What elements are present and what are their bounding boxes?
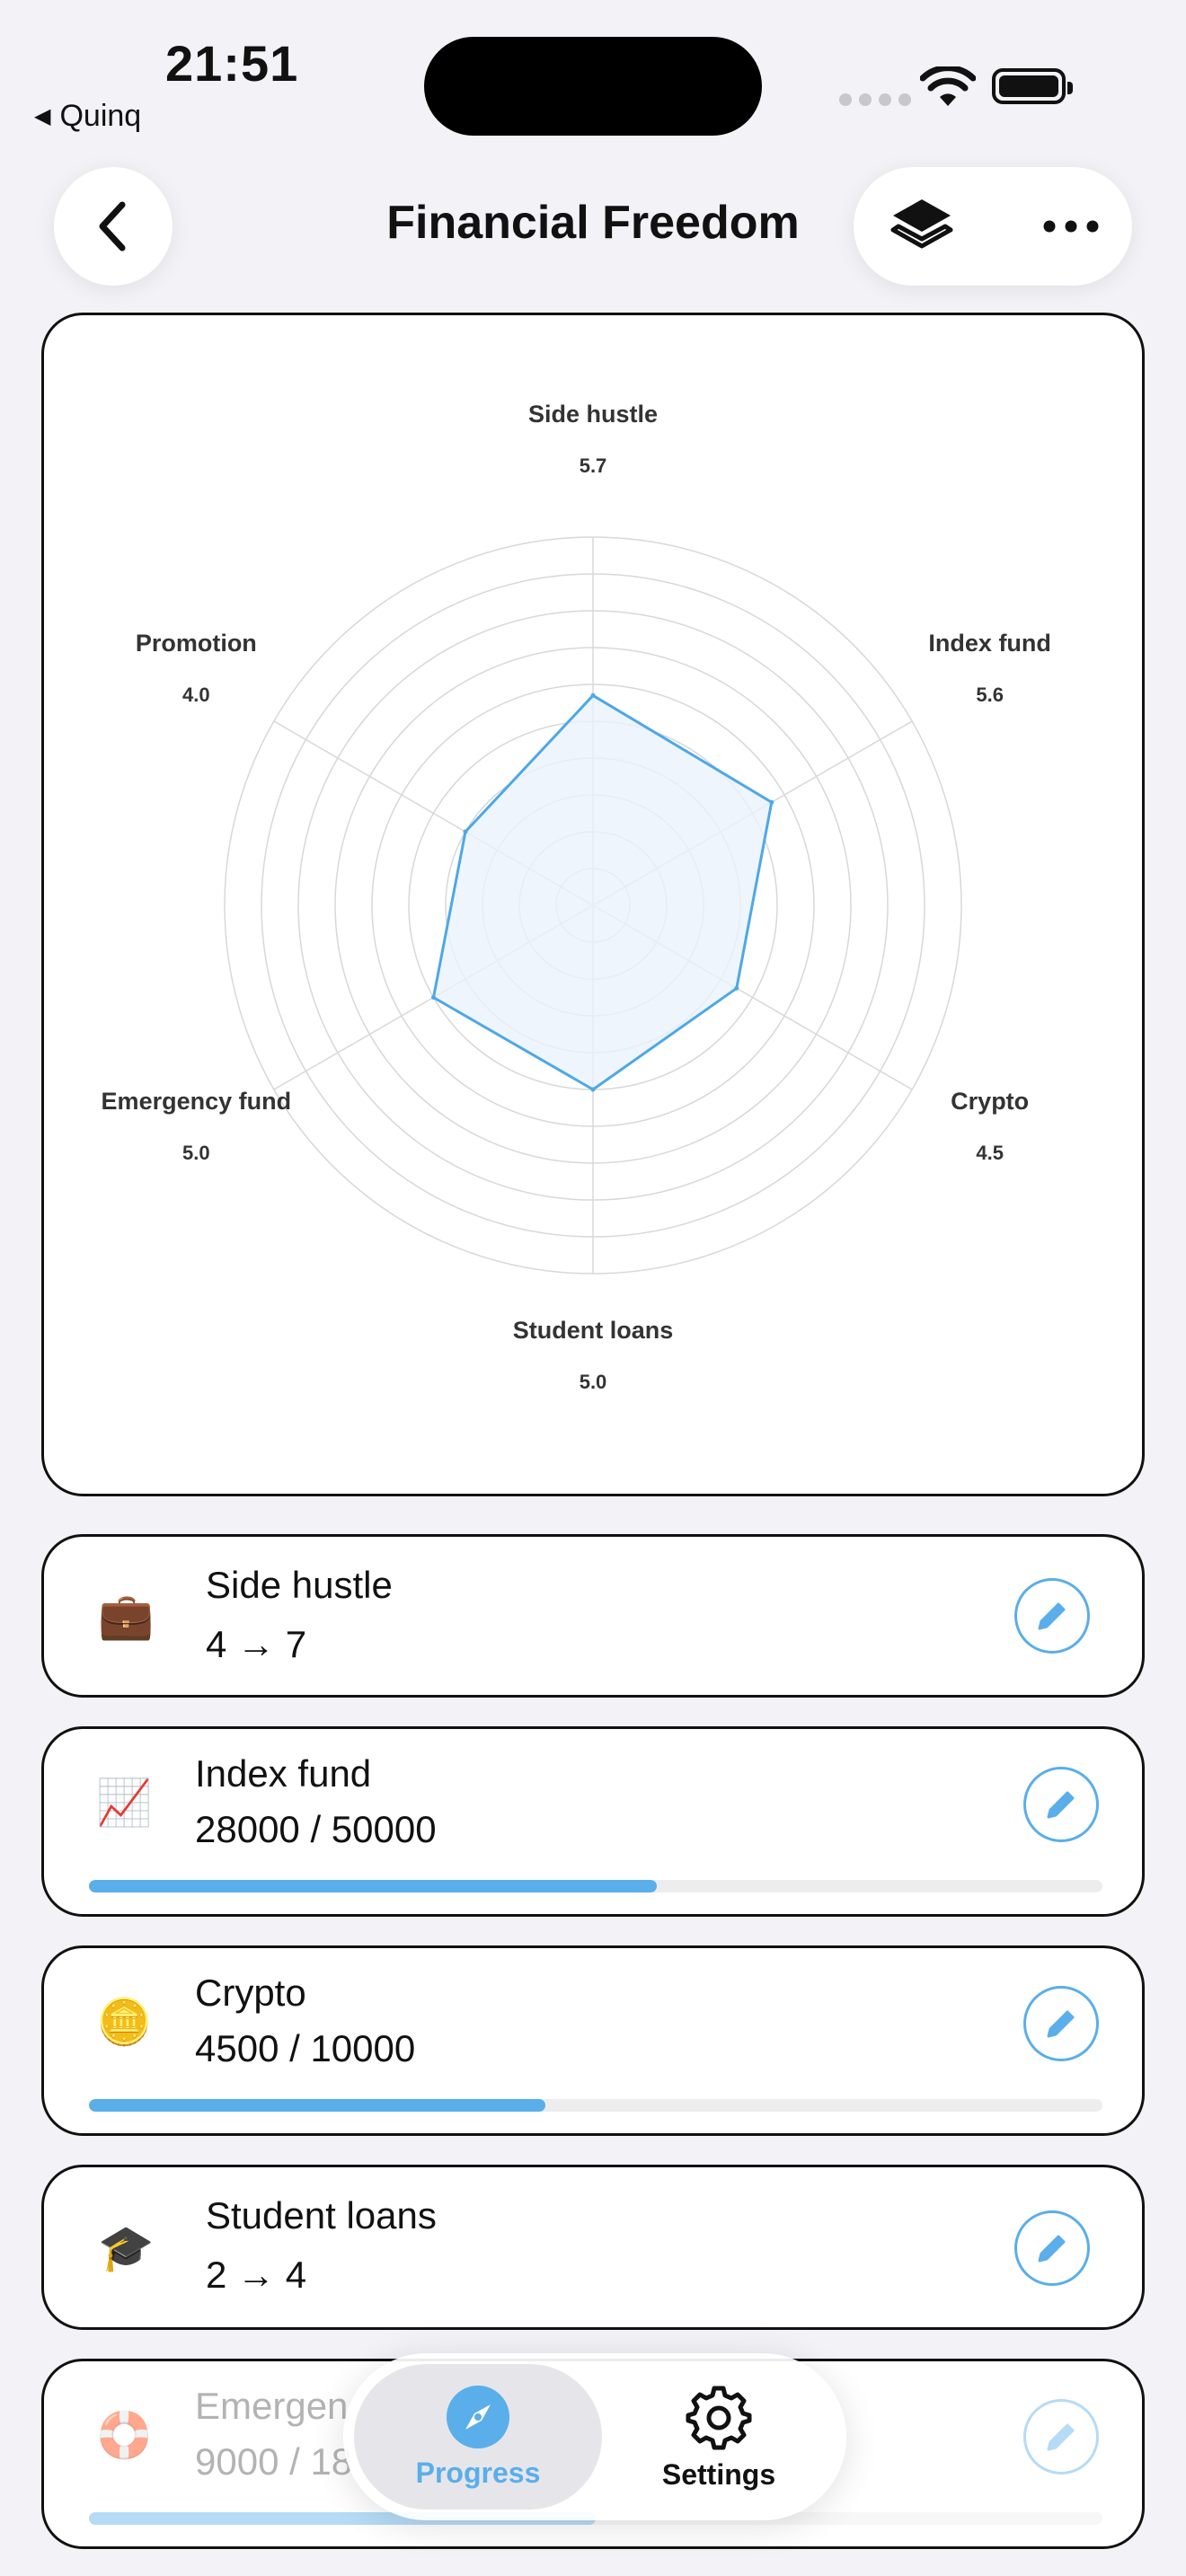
- axis-label: Emergency fund: [102, 1088, 292, 1115]
- pencil-icon: [1047, 2010, 1075, 2038]
- more-ellipsis-icon[interactable]: [1042, 219, 1100, 234]
- axis-value-label: 5.0: [182, 1142, 210, 1164]
- axis-value-label: 4.5: [976, 1142, 1004, 1164]
- goal-card-student-loans[interactable]: 🎓 Student loans 2 → 4: [41, 2165, 1145, 2330]
- data-point: [769, 799, 774, 805]
- compass-icon: [447, 2385, 509, 2448]
- back-button[interactable]: [54, 167, 173, 286]
- status-time: 21:51: [165, 35, 299, 92]
- edit-button[interactable]: [1023, 2399, 1099, 2475]
- goal-name: Side hustle: [206, 1564, 393, 1606]
- data-point: [590, 693, 596, 698]
- pencil-icon: [1047, 1791, 1075, 1819]
- radar-chart: Side hustle 5.7 Index fund 5.6 Crypto 4.5 Stud…: [102, 401, 1051, 1393]
- briefcase-icon: 💼: [98, 1591, 155, 1641]
- data-point: [590, 1087, 596, 1092]
- axis-label: Index fund: [928, 630, 1051, 657]
- axis-value-label: 4.0: [182, 684, 210, 706]
- data-point: [463, 829, 468, 834]
- wifi-icon: [920, 66, 976, 106]
- edit-button[interactable]: [1014, 2210, 1090, 2286]
- cellular-signal-icon: [839, 93, 911, 106]
- gear-icon: [686, 2386, 752, 2449]
- pencil-icon: [1047, 2423, 1075, 2451]
- radar-chart-card: Side hustle 5.7 Index fund 5.6 Crypto 4.5 Stud…: [41, 313, 1145, 1496]
- goal-name: Index fund: [195, 1752, 372, 1795]
- axis-value-label: 5.6: [976, 684, 1004, 706]
- tab-settings[interactable]: Settings: [604, 2364, 834, 2510]
- battery-icon: [992, 68, 1073, 104]
- goal-name: Crypto: [195, 1972, 306, 2014]
- dynamic-island: [424, 37, 762, 136]
- coin-icon: 🪙: [96, 1997, 153, 2047]
- tab-settings-label: Settings: [661, 2457, 776, 2491]
- tab-progress[interactable]: Progress: [354, 2364, 602, 2510]
- goal-name: Emergen: [195, 2385, 349, 2427]
- pencil-icon: [1038, 1602, 1066, 1630]
- back-to-app-link[interactable]: ◀ Quinq: [34, 99, 141, 134]
- goal-progress: 4 → 7: [206, 1623, 307, 1665]
- axis-value-label: 5.0: [580, 1371, 607, 1393]
- progress-bar: [89, 1880, 1102, 1892]
- back-app-label: Quinq: [59, 99, 142, 133]
- axis-value-label: 5.7: [580, 454, 607, 477]
- chart-increasing-icon: 📈: [96, 1778, 153, 1828]
- goal-card-side-hustle[interactable]: 💼 Side hustle 4 → 7: [41, 1534, 1145, 1698]
- edit-button[interactable]: [1014, 1578, 1090, 1654]
- data-point: [734, 985, 739, 991]
- goal-progress: 9000 / 18: [195, 2440, 353, 2483]
- data-point: [430, 995, 436, 1000]
- axis-label: Student loans: [513, 1317, 674, 1344]
- goal-card-crypto[interactable]: 🪙 Crypto 4500 / 10000: [41, 1945, 1145, 2136]
- goal-progress: 4500 / 10000: [195, 2027, 416, 2069]
- axis-label: Crypto: [951, 1088, 1029, 1115]
- progress-bar: [89, 2099, 1102, 2112]
- series-polygon: [432, 693, 774, 1091]
- edit-button[interactable]: [1023, 1986, 1099, 2061]
- page-title: Financial Freedom: [386, 197, 800, 249]
- layers-icon[interactable]: [890, 196, 954, 257]
- pencil-icon: [1038, 2235, 1066, 2263]
- graduation-cap-icon: 🎓: [98, 2223, 155, 2273]
- goal-progress: 2 → 4: [206, 2254, 307, 2296]
- tab-progress-label: Progress: [415, 2456, 541, 2489]
- lifebuoy-icon: 🛟: [96, 2410, 153, 2460]
- goal-progress: 28000 / 50000: [195, 1808, 437, 1850]
- tab-bar: Progress Settings: [343, 2353, 846, 2520]
- edit-button[interactable]: [1023, 1767, 1099, 1842]
- axis-label: Promotion: [136, 630, 257, 657]
- goal-name: Student loans: [206, 2194, 437, 2236]
- chevron-left-icon: [99, 201, 126, 251]
- back-triangle-icon: ◀: [34, 104, 51, 128]
- axis-label: Side hustle: [528, 401, 658, 428]
- goal-card-index-fund[interactable]: 📈 Index fund 28000 / 50000: [41, 1726, 1145, 1917]
- header-actions: [854, 167, 1132, 286]
